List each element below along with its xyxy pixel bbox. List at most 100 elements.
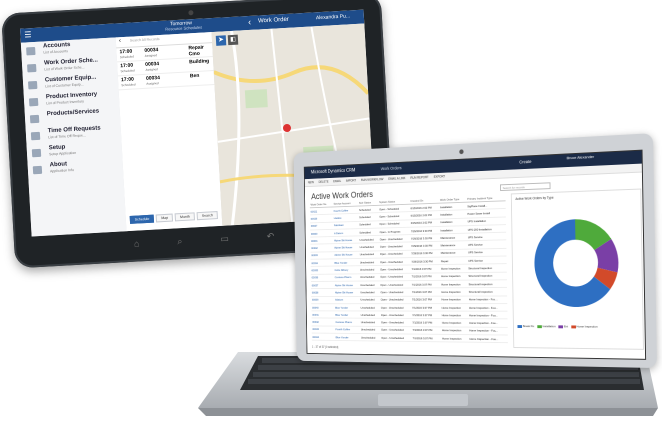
order-substatus: Assigned [146,81,159,86]
table-cell[interactable]: Adatum [334,296,360,304]
table-cell: Unscheduled [359,318,381,327]
table-cell: 7/1/2016 3:07 PM [411,334,442,343]
chart-panel: Active Work Orders by Type Break Fix Ins… [510,188,644,350]
legend-item: Break Fix [517,324,534,328]
table-cell: Unscheduled [359,295,380,304]
table-cell: 7/1/2016 3:07 PM [410,288,441,296]
cmd-run-report[interactable]: RUN REPORT [410,175,428,180]
order-status: Scheduled [119,54,135,60]
table-row[interactable]: 00044 Blue Yonder Unscheduled Open - Unsche… [311,333,508,343]
legend-label: Home Inspection [576,324,598,329]
table-cell: Home Inspection - Fou... [468,311,508,320]
search-icon[interactable]: ⌕ [177,236,183,247]
table-cell[interactable]: Blue Yonder [334,333,361,342]
crm-area[interactable]: Work Orders [381,165,402,171]
legend-swatch [570,324,576,328]
cmd-export[interactable]: EXPORT [434,175,446,179]
search-input[interactable]: Search All Records [130,37,160,43]
crm-brand[interactable]: Microsoft Dynamics CRM [311,168,355,176]
tablet-header-title: Work Order [257,16,290,25]
table-cell[interactable]: Blue Yonder [334,303,360,312]
map-layers-icon[interactable]: ◧ [227,34,239,46]
clock-icon [30,131,41,141]
wrench-icon [31,148,42,158]
order-substatus: Assigned [144,53,158,58]
table-cell: Open - Unscheduled [380,333,412,342]
table-cell: Unscheduled [359,273,380,282]
sidebar-item-label: About [49,161,68,169]
table-cell: Unscheduled [359,288,380,297]
tab-schedule[interactable]: Schedule [129,214,155,224]
table-cell: Home Inspection - Fou... [467,303,508,312]
table-cell[interactable]: 00044 [311,333,335,341]
menu-icon[interactable]: ☰ [24,30,35,41]
donut-chart[interactable] [525,208,629,317]
table-cell: 7/1/2016 3:07 PM [410,280,441,289]
table-cell: Unscheduled [359,303,381,312]
table-cell: Home Inspection [440,295,468,304]
sidebar-item-sub: List of Time Off Reque... [48,133,86,140]
cmd-email[interactable]: EMAIL [333,179,341,183]
tab-search[interactable]: Search [196,211,219,221]
legend-label: Ent [563,324,569,329]
order-status: Scheduled [121,82,136,88]
table-cell[interactable]: Blue Yonder [334,311,360,319]
cmd-email-link[interactable]: EMAIL A LINK [388,176,405,180]
table-cell: 7/1/2016 3:07 PM [411,318,442,327]
table-cell[interactable]: 00041 [311,310,335,319]
table-cell: Home Inspection [440,311,469,320]
table-cell[interactable]: Alpine Ski House [334,288,360,297]
table-cell[interactable]: 00038 [311,288,335,297]
cmd-import[interactable]: IMPORT [346,179,356,183]
tab-month[interactable]: Month [174,212,196,222]
back-icon[interactable]: ↶ [266,230,274,241]
sidebar-item-sub: List of Product Inventory [46,99,85,106]
order-type: Building [189,58,210,66]
table-cell: Structural Inspection [467,279,508,288]
recent-apps-icon[interactable]: ▭ [220,233,229,244]
tab-map[interactable]: Map [156,213,174,223]
legend-item: Ent [558,324,568,328]
legend-label: Break Fix [522,324,535,329]
table-cell[interactable]: 00037 [310,281,335,289]
create-button[interactable]: Create [519,159,531,164]
table-cell[interactable]: 00040 [311,303,335,312]
cmd-new[interactable]: NEW [308,181,314,185]
table-cell: 7/1/2016 3:07 PM [411,303,441,312]
calendar-icon [27,63,37,73]
map-nav-button[interactable]: ➤ [215,35,227,46]
tablet-header-user[interactable]: Alexandra Pu... [316,13,350,21]
table-cell[interactable]: Alpine Ski House [333,281,360,289]
back-arrow-icon[interactable]: ‹ [248,17,252,27]
legend-item: Home Inspection [570,324,598,329]
table-cell: Unscheduled [359,280,380,289]
table-cell[interactable]: 00039 [311,296,335,304]
sidebar-item-about[interactable]: About Application Info [28,158,124,178]
work-order-list: ‹ Search All Records 17:00 00034 Schedul… [115,32,224,232]
sidebar-item-sub: Setup Application [48,150,77,157]
cmd-run-workflow[interactable]: RUN WORKFLOW [361,177,384,182]
table-cell: Structural Inspection [467,287,508,296]
home-icon[interactable]: ⌂ [134,238,140,248]
sidebar-item-label: Setup [48,144,66,152]
legend-item: Installation [536,324,556,328]
cmd-delete[interactable]: DELETE [319,180,329,184]
search-input[interactable]: Search for records [500,182,551,192]
info-icon [32,165,43,175]
chart-title[interactable]: Active Work Orders by Type [515,196,553,201]
legend-swatch [536,324,542,328]
laptop-lid: Microsoft Dynamics CRM Work Orders Creat… [293,133,658,369]
sidebar-item-sub: List of Accounts [43,49,68,55]
table-cell: Unscheduled [359,311,381,319]
table-cell: Home Inspection - Fou... [467,295,508,304]
table-cell: Home Inspection [440,303,469,312]
laptop-camera [459,149,464,155]
laptop-screen: Microsoft Dynamics CRM Work Orders Creat… [303,149,647,360]
user-name[interactable]: Bruce Alexander [567,154,595,160]
table-row[interactable]: 00039 Adatum Unscheduled Open - Unscheduled… [311,295,508,304]
sidebar-item-sub: Application Info [49,167,75,174]
table-cell: Home Inspection [440,280,468,289]
chevron-left-icon[interactable]: ‹ [119,38,121,44]
chart-legend: Break Fix Installation Ent Home Inspecti… [517,324,638,329]
people-icon [26,46,36,56]
